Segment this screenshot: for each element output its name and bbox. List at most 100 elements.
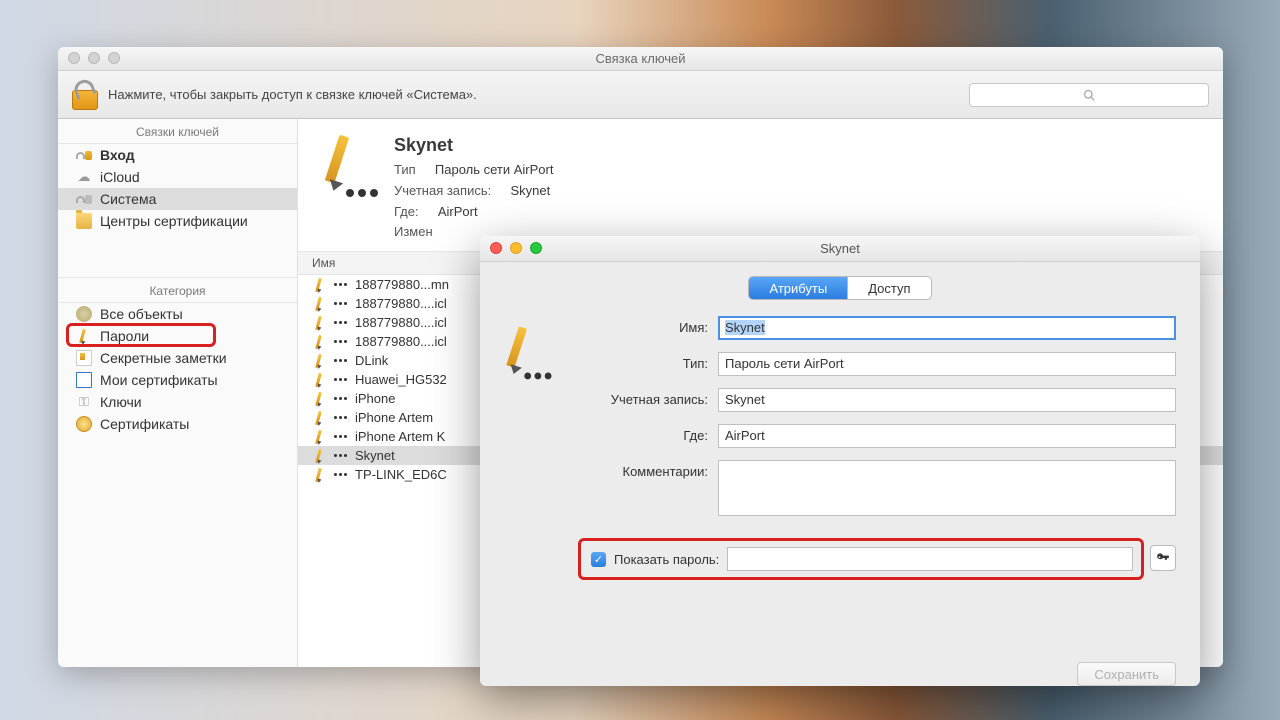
where-label: Где:: [578, 424, 708, 443]
category-header: Категория: [58, 278, 297, 303]
name-field[interactable]: Skynet: [718, 316, 1176, 340]
show-password-checkbox[interactable]: ✓: [591, 552, 606, 567]
main-toolbar: Нажмите, чтобы закрыть доступ к связке к…: [58, 71, 1223, 119]
sidebar-category-Пароли[interactable]: Пароли: [58, 325, 297, 347]
zoom-icon[interactable]: [530, 242, 542, 254]
lock-icon: [76, 191, 92, 207]
pencil-icon: [312, 411, 326, 425]
sidebar-keychain-system[interactable]: Система: [58, 188, 297, 210]
dialog-titlebar: Skynet: [480, 236, 1200, 262]
item-name: Skynet: [394, 135, 553, 156]
sidebar-keychain-cert-centers[interactable]: Центры сертификации: [58, 210, 297, 232]
sidebar: Связки ключей Вход ☁ iCloud Система Цент…: [58, 119, 298, 667]
sidebar-item-label: iCloud: [100, 169, 140, 185]
key-icon: [1156, 551, 1170, 565]
zoom-dot[interactable]: [108, 52, 120, 64]
item-detail-info: Skynet Тип Пароль сети AirPort Учетная з…: [394, 135, 553, 243]
type-field[interactable]: Пароль сети AirPort: [718, 352, 1176, 376]
save-button[interactable]: Сохранить: [1077, 662, 1176, 686]
list-item-label: DLink: [355, 353, 388, 368]
dialog-title: Skynet: [820, 241, 860, 256]
show-password-row: ✓ Показать пароль:: [578, 538, 1144, 580]
pencil-icon: [312, 335, 326, 349]
account-field[interactable]: Skynet: [718, 388, 1176, 412]
list-item-label: TP-LINK_ED6C: [355, 467, 447, 482]
close-dot[interactable]: [68, 52, 80, 64]
pencil-icon: [312, 392, 326, 406]
list-item-label: 188779880....icl: [355, 315, 447, 330]
list-item-label: Skynet: [355, 448, 395, 463]
toolbar-hint-text: Нажмите, чтобы закрыть доступ к связке к…: [108, 87, 959, 102]
cloud-icon: ☁: [76, 169, 92, 185]
main-titlebar: Связка ключей: [58, 47, 1223, 71]
pencil-icon: [312, 430, 326, 444]
list-item-label: iPhone Artem K: [355, 429, 445, 444]
award-icon: [76, 416, 92, 432]
keychains-header: Связки ключей: [58, 119, 297, 144]
list-item-label: iPhone: [355, 391, 395, 406]
tab-access[interactable]: Доступ: [848, 277, 930, 299]
sidebar-category-Сертификаты[interactable]: Сертификаты: [58, 413, 297, 435]
pencil-icon: [312, 354, 326, 368]
comments-label: Комментарии:: [578, 460, 708, 479]
tab-attributes[interactable]: Атрибуты: [749, 277, 848, 299]
type-label: Тип:: [578, 352, 708, 371]
list-item-label: 188779880....icl: [355, 296, 447, 311]
dialog-traffic-lights[interactable]: [490, 242, 542, 254]
sidebar-item-label: Мои сертификаты: [100, 372, 218, 388]
attributes-form: Имя: Skynet Тип: Пароль сети AirPort Уче…: [578, 316, 1176, 658]
lock-icon: [76, 147, 92, 163]
pencil-icon: [312, 278, 326, 292]
password-field[interactable]: [727, 547, 1133, 571]
sidebar-item-label: Вход: [100, 147, 135, 163]
main-window-title: Связка ключей: [595, 51, 685, 66]
pencil-icon: [312, 449, 326, 463]
password-item-icon: [320, 135, 376, 197]
sidebar-item-label: Все объекты: [100, 306, 183, 322]
folder-icon: [76, 213, 92, 229]
account-label: Учетная запись:: [578, 388, 708, 407]
main-traffic-lights[interactable]: [68, 52, 120, 64]
comments-field[interactable]: [718, 460, 1176, 516]
sidebar-keychain-login[interactable]: Вход: [58, 144, 297, 166]
sidebar-item-label: Система: [100, 191, 156, 207]
sidebar-category-Ключи[interactable]: ⚿ Ключи: [58, 391, 297, 413]
sidebar-category-Все объекты[interactable]: Все объекты: [58, 303, 297, 325]
sidebar-item-label: Секретные заметки: [100, 350, 227, 366]
key-icon: ⚿: [76, 394, 92, 410]
list-item-label: Huawei_HG532: [355, 372, 447, 387]
sidebar-item-label: Центры сертификации: [100, 213, 248, 229]
pencil-icon: [76, 328, 92, 344]
close-icon[interactable]: [490, 242, 502, 254]
pencil-icon: [312, 316, 326, 330]
show-password-label: Показать пароль:: [614, 552, 719, 567]
unlock-keychain-icon[interactable]: [72, 80, 98, 110]
sidebar-spacer: [58, 232, 297, 278]
item-detail-header: Skynet Тип Пароль сети AirPort Учетная з…: [298, 119, 1223, 252]
search-input[interactable]: [969, 83, 1209, 107]
where-field[interactable]: AirPort: [718, 424, 1176, 448]
sphere-icon: [76, 306, 92, 322]
sidebar-item-label: Сертификаты: [100, 416, 189, 432]
list-item-label: 188779880....icl: [355, 334, 447, 349]
note-icon: [76, 350, 92, 366]
sidebar-keychain-icloud[interactable]: ☁ iCloud: [58, 166, 297, 188]
cert-icon: [76, 372, 92, 388]
sidebar-item-label: Ключи: [100, 394, 142, 410]
name-label: Имя:: [578, 316, 708, 335]
pencil-icon: [312, 373, 326, 387]
list-item-label: iPhone Artem: [355, 410, 433, 425]
minimize-dot[interactable]: [88, 52, 100, 64]
dialog-item-icon: [498, 316, 568, 658]
sidebar-category-Мои сертификаты[interactable]: Мои сертификаты: [58, 369, 297, 391]
sidebar-item-label: Пароли: [100, 328, 149, 344]
tab-bar: Атрибуты Доступ: [480, 262, 1200, 308]
password-assistant-button[interactable]: [1150, 545, 1176, 571]
minimize-icon[interactable]: [510, 242, 522, 254]
list-item-label: 188779880...mn: [355, 277, 449, 292]
pencil-icon: [312, 297, 326, 311]
search-icon: [1083, 89, 1095, 101]
sidebar-category-Секретные заметки[interactable]: Секретные заметки: [58, 347, 297, 369]
item-properties-dialog: Skynet Атрибуты Доступ Имя: Skynet Тип: …: [480, 236, 1200, 686]
pencil-icon: [312, 468, 326, 482]
